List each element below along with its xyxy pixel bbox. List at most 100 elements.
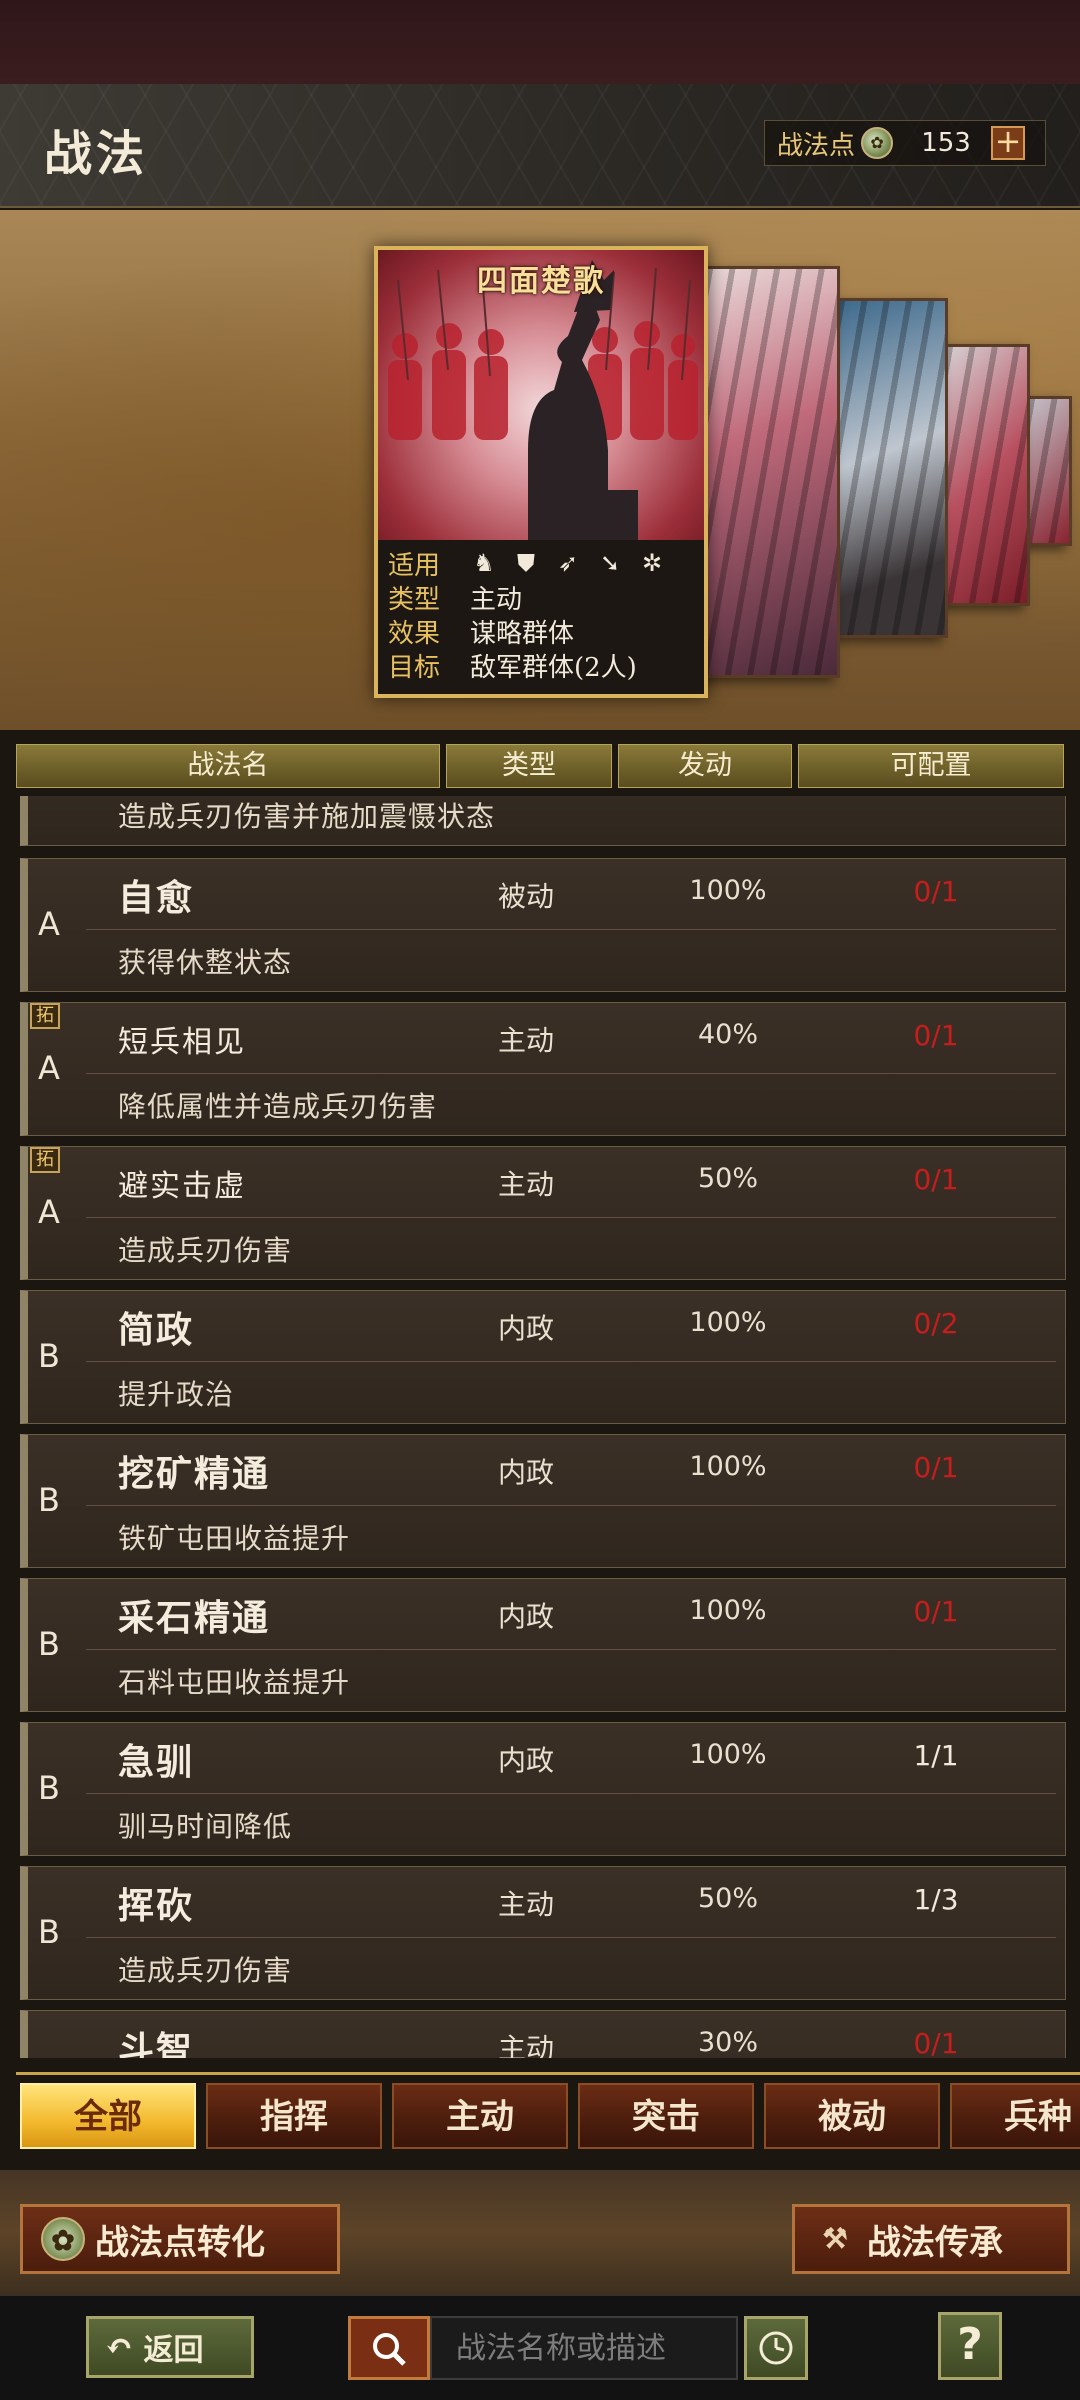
search-icon (373, 2333, 406, 2366)
skill-card-showcase: 四面楚歌 适用 ♞ ⛊ ➶ ➘ ✲ 类型 主动 效果 谋略群体 目标 敌军群体(… (0, 210, 1080, 730)
featured-skill-name: 四面楚歌 (477, 264, 605, 299)
skill-list-item[interactable]: A 自愈 被动 100% 0/1 获得休整状态 (20, 858, 1066, 992)
info-key-applicable: 适用 (388, 550, 441, 581)
skill-trigger-rate: 30% (697, 2027, 758, 2058)
back-button[interactable]: ↶ 返回 (86, 2316, 254, 2378)
skill-name: 挥砍 (118, 1885, 195, 1927)
row-divider (86, 1073, 1056, 1074)
skill-description: 铁矿屯田收益提升 (118, 1522, 351, 1555)
featured-skill-card[interactable]: 四面楚歌 适用 ♞ ⛊ ➶ ➘ ✲ 类型 主动 效果 谋略群体 目标 敌军群体(… (374, 246, 708, 698)
tab-assault[interactable]: 突击 (578, 2083, 754, 2149)
skill-list-item[interactable]: B 急驯 内政 100% 1/1 驯马时间降低 (20, 1722, 1066, 1856)
tab-active[interactable]: 主动 (392, 2083, 568, 2149)
skill-trigger-rate: 100% (689, 1307, 767, 1338)
clock-icon (759, 2331, 793, 2365)
skill-grade: B (38, 1769, 60, 1807)
cavalry-icon: ♞ (473, 549, 495, 577)
skill-trigger-rate: 100% (689, 875, 767, 906)
skill-type: 内政 (498, 1600, 555, 1633)
search-input[interactable] (430, 2316, 738, 2380)
skill-type: 主动 (498, 1888, 555, 1921)
tab-passive[interactable]: 被动 (764, 2083, 940, 2149)
search-button[interactable] (348, 2316, 430, 2380)
skill-grade: B (38, 1913, 60, 1951)
skill-points-label: 战法点 (777, 130, 856, 161)
wheel-icon: ✲ (641, 549, 663, 577)
row-divider (86, 1649, 1056, 1650)
skill-type: 主动 (498, 2032, 555, 2058)
back-label: 返回 (143, 2333, 204, 2368)
skill-trigger-rate: 100% (689, 1595, 767, 1626)
skill-grade: A (38, 1193, 60, 1231)
skill-name: 挖矿精通 (118, 1453, 271, 1495)
info-row-type: 类型 主动 (388, 580, 704, 615)
row-divider (86, 1505, 1056, 1506)
tab-troop-type[interactable]: 兵种 (950, 2083, 1080, 2149)
info-value-target: 敌军群体(2人) (470, 652, 637, 683)
skill-list-item[interactable]: 拓 A 避实击虚 主动 50% 0/1 造成兵刃伤害 (20, 1146, 1066, 1280)
skill-description: 石料屯田收益提升 (118, 1666, 351, 1699)
column-header-rate[interactable]: 发动 (618, 744, 792, 788)
convert-points-label: 战法点转化 (95, 2222, 265, 2263)
skill-name: 采石精通 (118, 1597, 271, 1639)
inherit-skill-button[interactable]: ⚒ 战法传承 (792, 2204, 1070, 2274)
history-button[interactable] (744, 2316, 808, 2380)
skill-type: 内政 (498, 1312, 555, 1345)
skill-list[interactable]: 造成兵刃伤害并施加震慑状态 A 自愈 被动 100% 0/1 获得休整状态拓 A 短兵相见 主动… (0, 796, 1080, 2058)
skill-type: 内政 (498, 1744, 555, 1777)
skill-list-item[interactable]: B 采石精通 内政 100% 0/1 石料屯田收益提升 (20, 1578, 1066, 1712)
skill-trigger-rate: 100% (689, 1451, 767, 1482)
tab-command[interactable]: 指挥 (206, 2083, 382, 2149)
skill-config-count: 0/1 (913, 2027, 959, 2058)
skill-point-coin-icon: ✿ (41, 2217, 85, 2261)
column-header-type[interactable]: 类型 (446, 744, 612, 788)
bottom-bar: ↶ 返回 ? (0, 2294, 1080, 2400)
skill-config-count: 0/1 (913, 1451, 959, 1484)
skill-list-item[interactable]: B 简政 内政 100% 0/2 提升政治 (20, 1290, 1066, 1424)
back-arrow-icon: ↶ (105, 2327, 134, 2367)
deck-card-5[interactable] (1026, 396, 1072, 546)
skill-grade: A (38, 1049, 60, 1087)
deck-card-3[interactable] (836, 298, 948, 638)
skill-description: 造成兵刃伤害 (118, 1954, 293, 1987)
skill-config-count: 0/1 (913, 1019, 959, 1052)
skill-config-count: 0/1 (913, 1595, 959, 1628)
skill-description: 造成兵刃伤害 (118, 1234, 293, 1267)
expand-tag-icon: 拓 (30, 1147, 60, 1173)
skill-filter-tabs: 全部 指挥 主动 突击 被动 兵种 (16, 2072, 1080, 2152)
skill-name: 急驯 (118, 1741, 195, 1783)
skill-trigger-rate: 100% (689, 1739, 767, 1770)
tab-all[interactable]: 全部 (20, 2083, 196, 2149)
help-button[interactable]: ? (938, 2312, 1002, 2380)
skill-list-item[interactable]: B 挖矿精通 内政 100% 0/1 铁矿屯田收益提升 (20, 1434, 1066, 1568)
info-row-applicable: 适用 ♞ ⛊ ➶ ➘ ✲ (388, 546, 704, 581)
row-divider (86, 929, 1056, 930)
column-header-name[interactable]: 战法名 (16, 744, 440, 788)
action-bar: ✿ 战法点转化 ⚒ 战法传承 (0, 2170, 1080, 2294)
info-row-effect: 效果 谋略群体 (388, 614, 704, 649)
skill-list-item[interactable]: 拓 A 短兵相见 主动 40% 0/1 降低属性并造成兵刃伤害 (20, 1002, 1066, 1136)
skill-points-box: 战法点 ✿ 153 + (764, 120, 1046, 166)
skill-description: 降低属性并造成兵刃伤害 (118, 1090, 438, 1123)
skill-list-item[interactable]: 斗智 主动 30% 0/1 (20, 2010, 1066, 2058)
status-bar (0, 0, 1080, 84)
skill-grade: B (38, 1337, 60, 1375)
skill-description: 驯马时间降低 (118, 1810, 293, 1843)
add-points-button[interactable]: + (991, 125, 1026, 160)
skill-type: 内政 (498, 1456, 555, 1489)
convert-points-button[interactable]: ✿ 战法点转化 (20, 2204, 340, 2274)
skill-config-count: 1/3 (913, 1883, 959, 1916)
skill-description: 造成兵刃伤害并施加震慑状态 (118, 800, 496, 833)
skill-name: 避实击虚 (118, 1169, 246, 1204)
info-key-type: 类型 (388, 584, 441, 615)
page-title: 战法 (44, 126, 149, 182)
header: 战法 战法点 ✿ 153 + (0, 84, 1080, 208)
skill-config-count: 0/1 (913, 1163, 959, 1196)
skill-description: 提升政治 (118, 1378, 235, 1411)
inherit-skill-label: 战法传承 (867, 2222, 1003, 2263)
column-header-config[interactable]: 可配置 (798, 744, 1064, 788)
deck-card-4[interactable] (944, 344, 1030, 606)
deck-card-2[interactable] (704, 266, 840, 678)
partial-list-item[interactable]: 造成兵刃伤害并施加震慑状态 (20, 796, 1066, 846)
skill-list-item[interactable]: B 挥砍 主动 50% 1/3 造成兵刃伤害 (20, 1866, 1066, 2000)
